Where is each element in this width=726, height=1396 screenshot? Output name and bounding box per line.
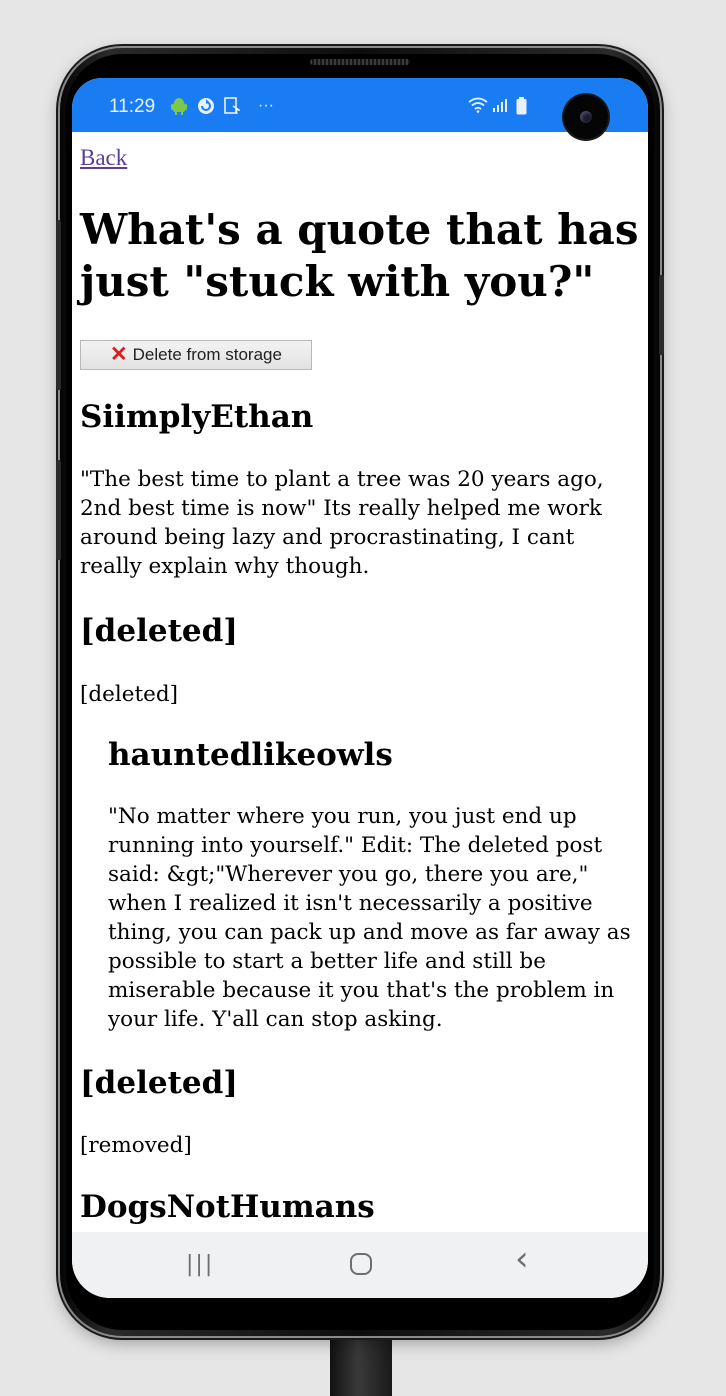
home-icon[interactable]	[349, 1252, 373, 1283]
comment-body: [deleted]	[80, 682, 178, 707]
recents-icon[interactable]: |||	[186, 1250, 214, 1280]
screenshot-icon	[224, 97, 242, 120]
power-button	[659, 275, 664, 355]
sync-icon	[197, 97, 215, 120]
comment-author: [deleted]	[80, 1065, 238, 1101]
comment-author: [deleted]	[80, 613, 238, 649]
signal-icon	[492, 97, 508, 118]
bixby-button	[56, 460, 61, 560]
back-link[interactable]: Back	[80, 145, 127, 171]
comment-author: SiimplyEthan	[80, 399, 314, 435]
back-nav-icon[interactable]: ‹	[515, 1242, 529, 1276]
status-time: 11:29	[109, 96, 156, 117]
page-title: What's a quote that has just "stuck with…	[80, 205, 639, 306]
phone-screen: 11:29 ··· Back What's a quote that has j…	[72, 78, 648, 1298]
comment-author: DogsNotHumans	[80, 1189, 375, 1225]
system-nav-bar: ||| ‹	[72, 1232, 648, 1298]
page-content: Back What's a quote that has just "stuck…	[72, 132, 648, 1232]
red-x-icon: ✕	[110, 343, 128, 366]
more-icon: ···	[258, 97, 274, 114]
status-bar: 11:29 ···	[72, 78, 648, 139]
delete-from-storage-button[interactable]: ✕ Delete from storage	[80, 340, 312, 370]
reply-body: "No matter where you run, you just end u…	[108, 804, 631, 1032]
comment-body: "The best time to plant a tree was 20 ye…	[80, 467, 604, 579]
wifi-icon	[468, 97, 488, 118]
android-icon	[171, 97, 187, 120]
battery-icon	[516, 97, 527, 120]
speaker-grille	[310, 59, 410, 65]
reply-author: hauntedlikeowls	[108, 737, 393, 773]
delete-button-label: Delete from storage	[132, 345, 282, 364]
volume-button	[56, 220, 61, 390]
comment-body: [removed]	[80, 1133, 192, 1158]
